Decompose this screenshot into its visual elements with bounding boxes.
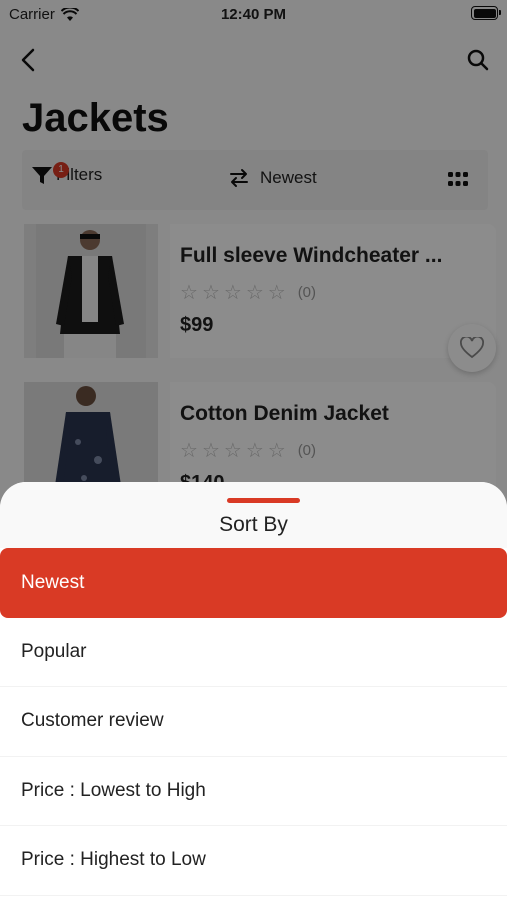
sort-option-customer-review[interactable]: Customer review bbox=[0, 687, 507, 757]
sheet-drag-handle[interactable] bbox=[227, 498, 300, 503]
sheet-title: Sort By bbox=[219, 513, 288, 536]
sheet-header: Sort By bbox=[0, 482, 507, 548]
sort-option-price-high-low[interactable]: Price : Highest to Low bbox=[0, 826, 507, 896]
sort-bottom-sheet: Sort By Newest Popular Customer review P… bbox=[0, 482, 507, 900]
sort-option-price-low-high[interactable]: Price : Lowest to High bbox=[0, 757, 507, 826]
sort-option-newest[interactable]: Newest bbox=[0, 548, 507, 618]
sort-option-popular[interactable]: Popular bbox=[0, 618, 507, 687]
